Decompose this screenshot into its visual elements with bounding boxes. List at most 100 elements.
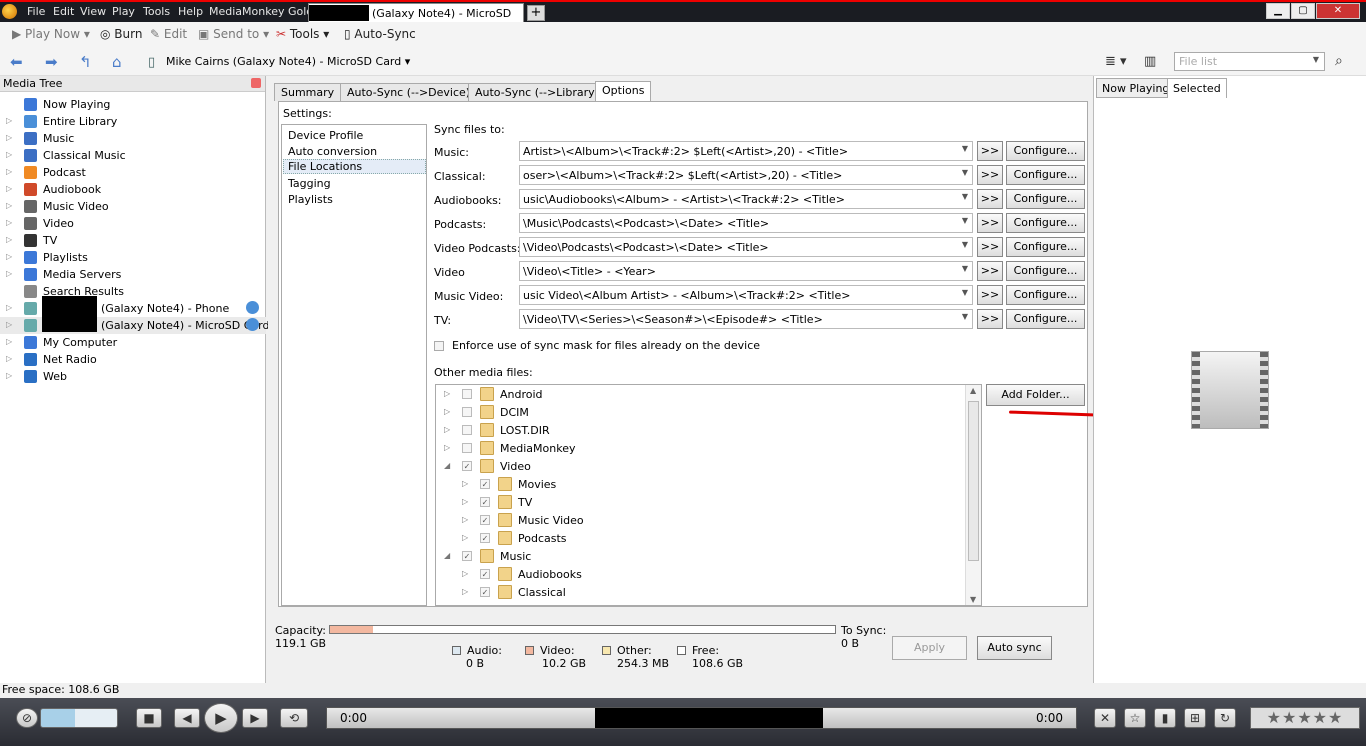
chevron-down-icon[interactable]: ▼ [962,288,968,297]
expand-arrow-icon[interactable]: ▷ [444,425,450,434]
close-icon[interactable]: ✕ [1316,3,1360,19]
expand-arrow-icon[interactable]: ▷ [462,569,468,578]
chevron-down-icon[interactable]: ▼ [962,144,968,153]
tree-item[interactable]: ▷ Media Servers [0,266,266,283]
up-arrow-icon[interactable]: ↰ [79,53,92,71]
insert-field-button[interactable]: >> [977,261,1003,281]
folder-item[interactable]: ▷ MediaMonkey [444,440,844,458]
chevron-down-icon[interactable]: ▼ [962,264,968,273]
expand-arrow-icon[interactable]: ▷ [6,269,12,278]
auto-sync-button[interactable]: ▯ Auto-Sync [344,27,416,41]
expand-arrow-icon[interactable]: ▷ [6,167,12,176]
expand-arrow-icon[interactable]: ▷ [444,407,450,416]
maximize-icon[interactable]: ▢ [1291,3,1315,19]
sync-mask-input[interactable]: Artist>\<Album>\<Track#:2> $Left(<Artist… [519,141,973,161]
folder-item[interactable]: ▷ ✓ Podcasts [462,530,862,548]
expand-arrow-icon[interactable]: ▷ [6,201,12,210]
checkbox[interactable]: ✓ [480,533,490,543]
folder-item[interactable]: ▷ ✓ Classical [462,584,862,602]
folder-item[interactable]: ▷ ✓ TV [462,494,862,512]
repeat-icon[interactable]: ⟲ [280,708,308,728]
configure-button[interactable]: Configure... [1006,309,1085,329]
folder-item[interactable]: ◢ ✓ Video [444,458,844,476]
tab-selected[interactable]: Selected [1167,78,1227,98]
checkbox[interactable]: ✓ [480,587,490,597]
configure-button[interactable]: Configure... [1006,213,1085,233]
configure-button[interactable]: Configure... [1006,165,1085,185]
folder-item[interactable]: ▷ ✓ Movies [462,476,862,494]
tree-item[interactable]: ▷ (Galaxy Note4) - Phone [0,296,266,317]
scroll-down-icon[interactable]: ▼ [970,595,976,604]
checkbox[interactable] [462,389,472,399]
configure-button[interactable]: Configure... [1006,261,1085,281]
expand-arrow-icon[interactable]: ▷ [6,184,12,193]
collapse-arrow-icon[interactable]: ◢ [444,461,450,470]
folder-item[interactable]: ▷ LOST.DIR [444,422,844,440]
expand-arrow-icon[interactable]: ▷ [6,133,12,142]
menu-help[interactable]: Help [178,5,203,18]
checkbox[interactable]: ✓ [480,497,490,507]
checkbox[interactable]: ✓ [480,479,490,489]
scrollbar[interactable]: ▲ ▼ [965,385,981,605]
scrollbar-thumb[interactable] [968,401,979,561]
tree-item[interactable]: ▷ Podcast [0,164,266,181]
tree-item[interactable]: ▷ Music Video [0,198,266,215]
menu-edit[interactable]: Edit [53,5,74,18]
stop-icon[interactable]: ■ [136,708,162,728]
checkbox[interactable] [462,407,472,417]
tab-now-playing[interactable]: Now Playing [1096,78,1176,98]
close-track-icon[interactable]: ✕ [1094,708,1116,728]
previous-icon[interactable]: ◀ [174,708,200,728]
chevron-down-icon[interactable]: ▼ [962,240,968,249]
tree-item[interactable]: ▷ Audiobook [0,181,266,198]
settings-item-file-locations[interactable]: File Locations [283,159,426,174]
settings-item-tagging[interactable]: Tagging [288,177,331,190]
folder-item[interactable]: ◢ ✓ Music [444,548,844,566]
settings-item-auto-conversion[interactable]: Auto conversion [288,145,377,158]
sync-mask-input[interactable]: oser>\<Album>\<Track#:2> $Left(<Artist>,… [519,165,973,185]
send-to-button[interactable]: ▣ Send to ▾ [198,27,269,41]
play-now-button[interactable]: ▶ Play Now ▾ [12,27,90,41]
edit-button[interactable]: ✎ Edit [150,27,187,41]
visualization-icon[interactable]: ⊞ [1184,708,1206,728]
sync-mask-input[interactable]: \Video\<Title> - <Year> ▼ [519,261,973,281]
expand-arrow-icon[interactable]: ▷ [462,497,468,506]
menu-mediamonkey-gold[interactable]: MediaMonkey Gold [209,5,313,18]
insert-field-button[interactable]: >> [977,213,1003,233]
configure-button[interactable]: Configure... [1006,285,1085,305]
expand-arrow-icon[interactable]: ▷ [6,150,12,159]
expand-arrow-icon[interactable]: ▷ [444,443,450,452]
folder-item[interactable]: ▷ ✓ Audiobooks [462,566,862,584]
equalizer-icon[interactable]: ▮ [1154,708,1176,728]
sync-mask-input[interactable]: \Video\Podcasts\<Podcast>\<Date> <Title>… [519,237,973,257]
expand-arrow-icon[interactable]: ▷ [6,116,12,125]
menu-play[interactable]: Play [112,5,135,18]
insert-field-button[interactable]: >> [977,141,1003,161]
shuffle-icon[interactable]: ⊘ [16,708,38,728]
chevron-down-icon[interactable]: ▼ [962,216,968,225]
expand-arrow-icon[interactable]: ▷ [462,479,468,488]
sync-icon[interactable] [246,301,259,314]
tree-item[interactable]: Now Playing [0,96,266,113]
minimize-icon[interactable]: ▁ [1266,3,1290,19]
tools-button[interactable]: ✂ Tools ▾ [276,27,329,41]
forward-arrow-icon[interactable]: ➡ [45,53,58,71]
tree-item[interactable]: ▷ Video [0,215,266,232]
folder-item[interactable]: ▷ DCIM [444,404,844,422]
expand-arrow-icon[interactable]: ▷ [6,354,12,363]
burn-button[interactable]: ◎ Burn [100,27,142,41]
expand-arrow-icon[interactable]: ▷ [462,515,468,524]
checkbox[interactable] [462,443,472,453]
expand-arrow-icon[interactable]: ▷ [444,389,450,398]
close-icon[interactable] [251,78,261,88]
configure-button[interactable]: Configure... [1006,189,1085,209]
new-tab-button[interactable]: + [527,5,545,21]
scroll-up-icon[interactable]: ▲ [970,386,976,395]
expand-arrow-icon[interactable]: ▷ [6,235,12,244]
expand-arrow-icon[interactable]: ▷ [6,371,12,380]
tree-item[interactable]: ▷ Net Radio [0,351,266,368]
tree-item[interactable]: ▷ Playlists [0,249,266,266]
sync-mask-input[interactable]: \Music\Podcasts\<Podcast>\<Date> <Title>… [519,213,973,233]
chevron-down-icon[interactable]: ▼ [962,192,968,201]
checkbox[interactable] [434,341,444,351]
